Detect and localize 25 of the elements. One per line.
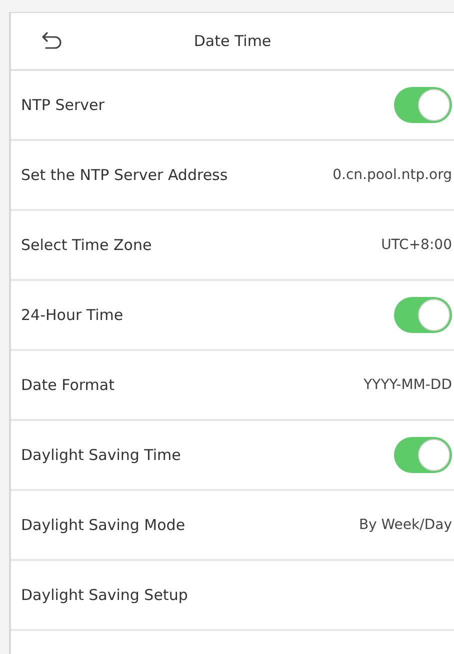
toggle-switch[interactable]: [394, 437, 452, 473]
setting-value: 0.cn.pool.ntp.org: [332, 166, 452, 184]
setting-label: Daylight Saving Mode: [21, 514, 186, 536]
settings-row[interactable]: Set the NTP Server Address 0.cn.pool.ntp.org: [11, 141, 454, 211]
setting-value: UTC+8:00: [381, 236, 452, 254]
screen-title: Date Time: [194, 30, 272, 52]
setting-label: Select Time Zone: [21, 234, 152, 256]
setting-label: 24-Hour Time: [21, 304, 124, 326]
settings-row[interactable]: Select Time Zone UTC+8:00: [11, 211, 454, 281]
setting-label: Set the NTP Server Address: [21, 164, 228, 186]
settings-row[interactable]: Date Format YYYY-MM-DD: [11, 351, 454, 421]
toggle-switch[interactable]: [394, 297, 452, 333]
setting-label: Date Format: [21, 374, 114, 396]
setting-label: Daylight Saving Setup: [21, 584, 188, 606]
setting-value: YYYY-MM-DD: [364, 376, 452, 394]
setting-label: NTP Server: [21, 94, 104, 116]
settings-row[interactable]: NTP Server: [11, 71, 454, 141]
setting-value: By Week/Day: [358, 516, 452, 534]
settings-row[interactable]: Daylight Saving Mode By Week/Day: [11, 491, 454, 561]
back-arrow-icon: [41, 31, 63, 51]
toggle-switch[interactable]: [394, 87, 452, 123]
settings-row[interactable]: Daylight Saving Time: [11, 421, 454, 491]
settings-row[interactable]: Daylight Saving Setup: [11, 561, 454, 631]
settings-row[interactable]: 24-Hour Time: [11, 281, 454, 351]
setting-label: Daylight Saving Time: [21, 444, 181, 466]
